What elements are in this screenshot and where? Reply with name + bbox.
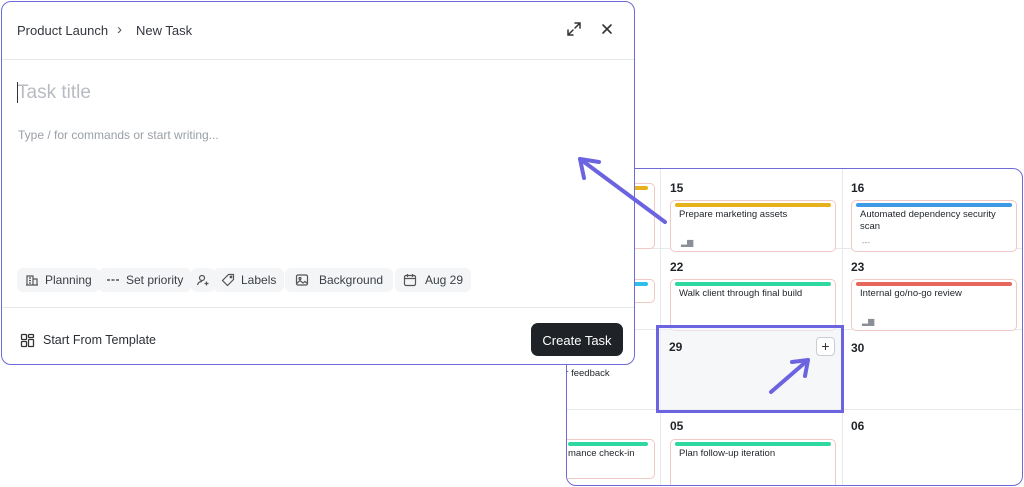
arrow-to-modal-icon bbox=[578, 157, 667, 224]
arrow-to-add-button-icon bbox=[769, 358, 810, 394]
annotation-arrows bbox=[578, 157, 810, 394]
